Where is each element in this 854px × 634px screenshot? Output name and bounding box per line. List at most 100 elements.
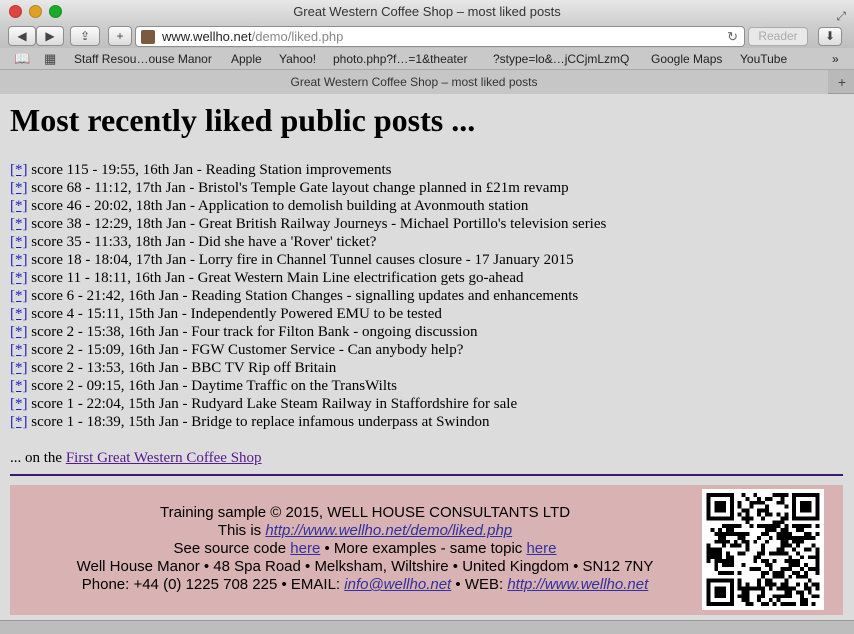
qr-module bbox=[776, 547, 781, 552]
tab-current[interactable]: Great Western Coffee Shop – most liked p… bbox=[0, 70, 828, 94]
qr-module bbox=[714, 586, 719, 591]
more-examples-link[interactable]: here bbox=[526, 540, 556, 557]
list-item: [*] score 6 - 21:42, 16th Jan - Reading … bbox=[10, 287, 606, 305]
qr-module bbox=[764, 531, 769, 536]
post-link[interactable]: [*] bbox=[10, 234, 28, 250]
zoom-window-button[interactable] bbox=[49, 5, 62, 18]
post-link[interactable]: [*] bbox=[10, 162, 28, 178]
bookmark-item[interactable]: Yahoo! bbox=[279, 48, 316, 70]
qr-module bbox=[784, 504, 789, 509]
qr-module bbox=[757, 567, 762, 571]
qr-module bbox=[803, 574, 808, 579]
post-link[interactable]: [*] bbox=[10, 360, 28, 376]
bookmark-item[interactable]: photo.php?f…=1&theater bbox=[333, 48, 467, 70]
post-link[interactable]: [*] bbox=[10, 378, 28, 394]
bookmark-item[interactable]: Apple bbox=[231, 48, 262, 70]
bookmark-item[interactable]: Google Maps bbox=[651, 48, 722, 70]
bookmarks-bar: 📖 ▦ Staff Resou…ouse Manor Apple Yahoo! … bbox=[0, 48, 854, 70]
qr-module bbox=[745, 547, 750, 552]
qr-module bbox=[718, 535, 723, 540]
post-link[interactable]: [*] bbox=[10, 288, 28, 304]
downloads-button[interactable]: ⬇ bbox=[818, 27, 842, 46]
qr-module bbox=[796, 528, 801, 532]
back-arrow-icon: ◀ bbox=[17, 29, 27, 43]
forum-link[interactable]: First Great Western Coffee Shop bbox=[66, 450, 262, 466]
address-bar[interactable]: www.wellho.net/demo/liked.php ↻ bbox=[135, 26, 745, 47]
post-text: score 2 - 09:15, 16th Jan - Daytime Traf… bbox=[27, 378, 398, 394]
qr-module bbox=[714, 563, 719, 568]
qr-module bbox=[776, 535, 781, 540]
email-link[interactable]: info@wellho.net bbox=[344, 576, 451, 593]
bookmarks-overflow-icon[interactable]: » bbox=[832, 48, 839, 70]
reload-icon[interactable]: ↻ bbox=[727, 27, 738, 46]
qr-module bbox=[741, 598, 746, 603]
footer-this-page: This is http://www.wellho.net/demo/liked… bbox=[10, 522, 720, 540]
post-link[interactable]: [*] bbox=[10, 342, 28, 358]
qr-module bbox=[803, 547, 808, 552]
qr-module bbox=[745, 539, 750, 544]
qr-module bbox=[718, 590, 723, 595]
qr-module bbox=[749, 504, 754, 509]
qr-module bbox=[710, 528, 715, 532]
post-link[interactable]: [*] bbox=[10, 198, 28, 214]
this-page-link[interactable]: http://www.wellho.net/demo/liked.php bbox=[265, 522, 512, 539]
qr-module bbox=[741, 539, 746, 544]
qr-module bbox=[733, 543, 738, 548]
post-link[interactable]: [*] bbox=[10, 396, 28, 412]
minimize-window-button[interactable] bbox=[29, 5, 42, 18]
qr-module bbox=[722, 508, 726, 513]
top-sites-grid-icon[interactable]: ▦ bbox=[44, 48, 56, 70]
qr-module bbox=[815, 555, 820, 560]
post-link[interactable]: [*] bbox=[10, 414, 28, 430]
post-link[interactable]: [*] bbox=[10, 324, 28, 340]
bookmark-item[interactable]: ?stype=lo&…jCCjmLzmQ bbox=[493, 48, 629, 70]
qr-module bbox=[796, 590, 801, 595]
bookmark-item[interactable]: Staff Resou…ouse Manor bbox=[74, 48, 212, 70]
qr-module bbox=[741, 594, 746, 599]
add-bookmark-button[interactable]: + bbox=[108, 26, 132, 46]
back-button[interactable]: ◀ bbox=[8, 26, 36, 46]
qr-module bbox=[815, 559, 820, 564]
post-link[interactable]: [*] bbox=[10, 180, 28, 196]
qr-module bbox=[714, 547, 719, 552]
qr-module bbox=[807, 555, 812, 560]
close-window-button[interactable] bbox=[9, 5, 22, 18]
post-link[interactable]: [*] bbox=[10, 306, 28, 322]
qr-module bbox=[737, 531, 742, 536]
list-item: [*] score 2 - 13:53, 16th Jan - BBC TV R… bbox=[10, 359, 606, 377]
qr-module bbox=[710, 555, 715, 560]
qr-module bbox=[780, 528, 785, 532]
qr-module bbox=[729, 570, 734, 575]
qr-module bbox=[714, 493, 719, 497]
qr-module bbox=[745, 508, 750, 513]
qr-module bbox=[803, 516, 808, 521]
forward-button[interactable]: ▶ bbox=[36, 26, 64, 46]
qr-module bbox=[725, 578, 730, 583]
post-link[interactable]: [*] bbox=[10, 270, 28, 286]
post-link[interactable]: [*] bbox=[10, 252, 28, 268]
qr-module bbox=[792, 559, 797, 564]
qr-module bbox=[761, 570, 765, 575]
bookmark-item[interactable]: YouTube bbox=[740, 48, 787, 70]
post-text: score 2 - 15:09, 16th Jan - FGW Customer… bbox=[27, 342, 464, 358]
qr-module bbox=[718, 559, 723, 564]
qr-module bbox=[764, 528, 769, 532]
qr-module bbox=[749, 567, 754, 571]
reader-button[interactable]: Reader bbox=[748, 27, 808, 46]
post-link[interactable]: [*] bbox=[10, 216, 28, 232]
qr-module bbox=[768, 578, 773, 583]
source-code-link[interactable]: here bbox=[290, 540, 320, 557]
qr-module bbox=[718, 547, 723, 552]
qr-module bbox=[764, 578, 769, 583]
qr-module bbox=[796, 551, 801, 556]
qr-module bbox=[718, 500, 723, 505]
website-link[interactable]: http://www.wellho.net bbox=[507, 576, 648, 593]
qr-module bbox=[803, 598, 808, 603]
qr-module bbox=[803, 570, 808, 575]
qr-module bbox=[714, 567, 719, 571]
qr-module bbox=[718, 586, 723, 591]
forum-attribution-prefix: ... on the bbox=[10, 450, 66, 466]
share-button[interactable]: ⇪ bbox=[70, 26, 100, 46]
reading-list-icon[interactable]: 📖 bbox=[14, 48, 30, 70]
new-tab-icon[interactable]: + bbox=[838, 70, 846, 94]
